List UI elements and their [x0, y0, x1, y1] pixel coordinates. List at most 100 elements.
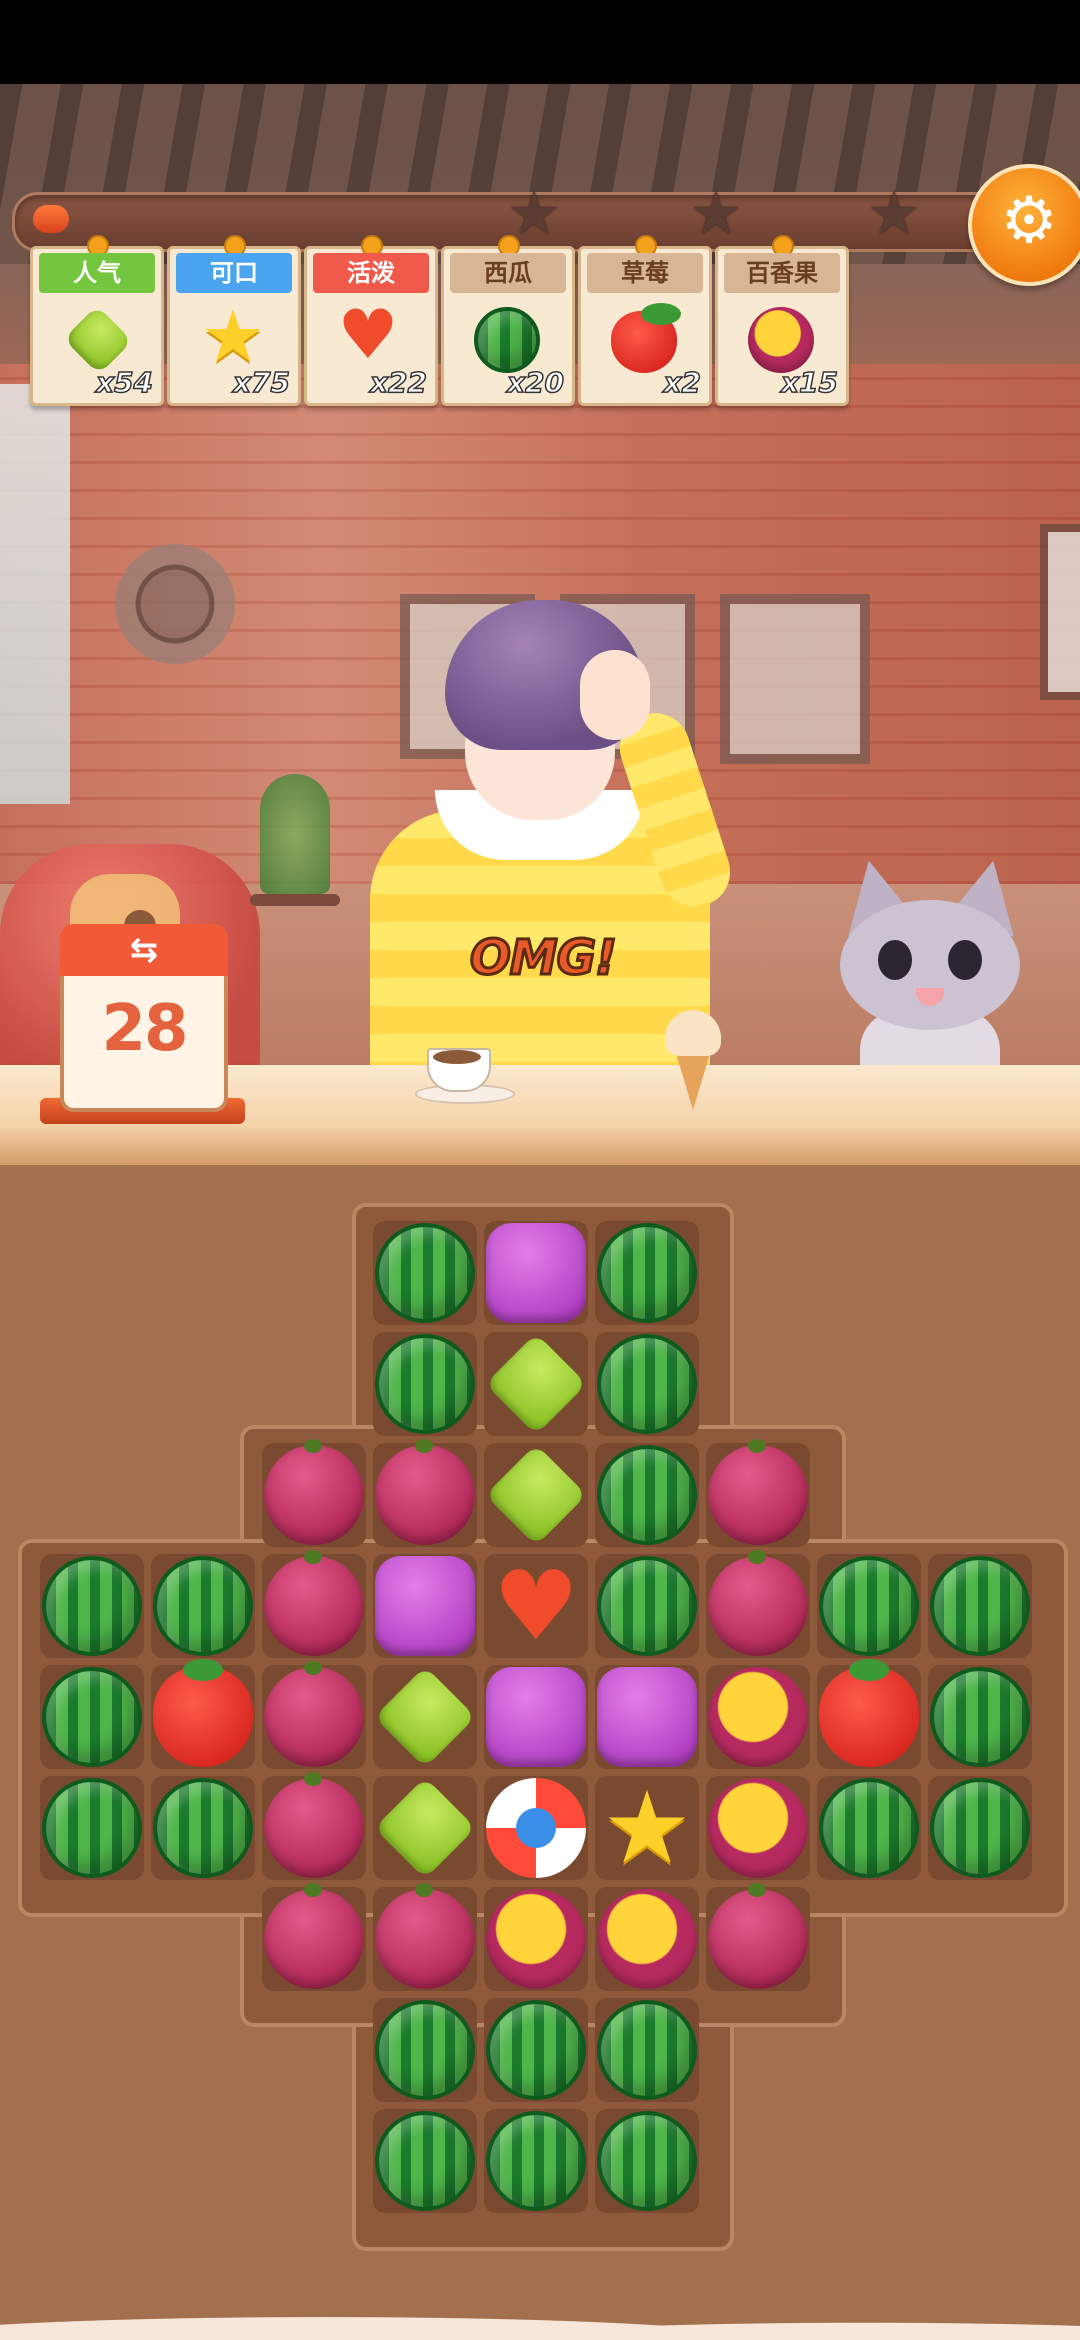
- watermelon-piece[interactable]: [819, 1778, 919, 1878]
- moves-counter: ⇆ 28: [40, 910, 245, 1125]
- yellow-star-piece[interactable]: ★: [597, 1778, 697, 1878]
- berry-piece[interactable]: [708, 1550, 808, 1656]
- star-icon: ★: [867, 179, 921, 249]
- watermelon-piece[interactable]: [375, 1334, 475, 1434]
- red-heart-piece[interactable]: ♥: [486, 1556, 586, 1656]
- ice-cream-cone: [675, 1050, 711, 1110]
- watermelon-piece[interactable]: [375, 2111, 475, 2211]
- ice-cream-scoop: [665, 1010, 721, 1056]
- shirt-print: OMG!: [469, 929, 619, 988]
- watermelon-piece[interactable]: [597, 1334, 697, 1434]
- watermelon-piece[interactable]: [42, 1778, 142, 1878]
- side-table: [250, 894, 340, 906]
- watermelon-piece[interactable]: [597, 2000, 697, 2100]
- progress-fill: [33, 205, 69, 233]
- green-diamond-icon: [63, 305, 133, 375]
- settings-button[interactable]: ⚙: [968, 164, 1080, 286]
- goal-label: 百香果: [724, 253, 840, 293]
- berry-piece[interactable]: [708, 1883, 808, 1989]
- coffee-cup: [415, 1040, 515, 1104]
- goal-label: 人气: [39, 253, 155, 293]
- strawberry-piece[interactable]: [153, 1659, 253, 1767]
- berry-piece[interactable]: [375, 1883, 475, 1989]
- star-icon: ★: [507, 179, 561, 249]
- customer-character: OMG!: [350, 600, 770, 1080]
- watermelon-piece[interactable]: [153, 1778, 253, 1878]
- goal-card: 百香果 x15: [715, 235, 849, 406]
- wall-clock: [115, 544, 235, 664]
- potted-plant: [260, 774, 330, 894]
- watermelon-piece[interactable]: [819, 1556, 919, 1656]
- watermelon-piece[interactable]: [930, 1556, 1030, 1656]
- cat-eye: [878, 940, 912, 980]
- match3-grid: ♥ ★: [0, 1165, 1080, 2340]
- watermelon-icon: [474, 307, 540, 373]
- game-board-area: ♥ ★: [0, 1165, 1080, 2340]
- cat-mascot: [830, 853, 1030, 1070]
- watermelon-piece[interactable]: [930, 1778, 1030, 1878]
- berry-piece[interactable]: [375, 1439, 475, 1545]
- goal-label: 可口: [176, 253, 292, 293]
- goal-card: 活泼 ♥ x22: [304, 235, 438, 406]
- watermelon-piece[interactable]: [42, 1667, 142, 1767]
- strawberry-icon: [611, 303, 681, 373]
- goal-card: 人气 x54: [30, 235, 164, 406]
- passion-fruit-piece[interactable]: [597, 1889, 697, 1989]
- passion-fruit-piece[interactable]: [708, 1667, 808, 1767]
- strawberry-piece[interactable]: [819, 1659, 919, 1767]
- lifebuoy-booster-piece[interactable]: [486, 1778, 586, 1878]
- goal-count: x22: [369, 365, 428, 400]
- goal-card: 可口 ★ x75: [167, 235, 301, 406]
- gear-icon: ⚙: [1000, 184, 1058, 258]
- red-heart-icon: ♥: [337, 296, 399, 375]
- coffee-foam: [433, 1050, 481, 1064]
- berry-piece[interactable]: [264, 1883, 364, 1989]
- passion-fruit-icon: [748, 307, 814, 373]
- watermelon-piece[interactable]: [597, 1445, 697, 1545]
- swap-icon: ⇆: [129, 930, 159, 970]
- yellow-star-icon: ★: [200, 294, 266, 378]
- watermelon-piece[interactable]: [597, 1556, 697, 1656]
- passion-fruit-piece[interactable]: [708, 1778, 808, 1878]
- status-bar: [0, 0, 1080, 84]
- goal-label: 西瓜: [450, 253, 566, 293]
- goal-cards: 人气 x54 可口 ★ x75 活泼 ♥ x22 西瓜 x20 草莓 x2 百香…: [30, 235, 850, 406]
- goal-count: x20: [506, 365, 565, 400]
- goal-count: x2: [663, 365, 702, 400]
- goal-label: 活泼: [313, 253, 429, 293]
- passion-fruit-piece[interactable]: [486, 1889, 586, 1989]
- berry-piece[interactable]: [264, 1550, 364, 1656]
- berry-piece[interactable]: [264, 1772, 364, 1878]
- cat-mouth: [916, 988, 944, 1006]
- purple-block-piece[interactable]: [597, 1667, 697, 1767]
- cat-eye: [948, 940, 982, 980]
- watermelon-piece[interactable]: [597, 1223, 697, 1323]
- goal-count: x75: [232, 365, 291, 400]
- berry-piece[interactable]: [264, 1439, 364, 1545]
- watermelon-piece[interactable]: [597, 2111, 697, 2211]
- purple-block-piece[interactable]: [486, 1223, 586, 1323]
- goal-card: 草莓 x2: [578, 235, 712, 406]
- star-icon: ★: [689, 179, 743, 249]
- purple-block-piece[interactable]: [375, 1556, 475, 1656]
- watermelon-piece[interactable]: [486, 2111, 586, 2211]
- watermelon-piece[interactable]: [375, 1223, 475, 1323]
- berry-piece[interactable]: [708, 1439, 808, 1545]
- berry-piece[interactable]: [264, 1661, 364, 1767]
- window: [0, 384, 70, 804]
- goal-count: x15: [780, 365, 839, 400]
- ice-cream: [665, 1010, 721, 1110]
- goal-label: 草莓: [587, 253, 703, 293]
- goal-card: 西瓜 x20: [441, 235, 575, 406]
- watermelon-piece[interactable]: [153, 1556, 253, 1656]
- watermelon-piece[interactable]: [375, 2000, 475, 2100]
- character-hand: [580, 650, 650, 740]
- purple-block-piece[interactable]: [486, 1667, 586, 1767]
- cat-head: [840, 900, 1020, 1030]
- bottom-decoration: [0, 2300, 1080, 2340]
- moves-value: 28: [101, 992, 188, 1066]
- watermelon-piece[interactable]: [486, 2000, 586, 2100]
- watermelon-piece[interactable]: [42, 1556, 142, 1656]
- watermelon-piece[interactable]: [930, 1667, 1030, 1767]
- goal-count: x54: [95, 365, 154, 400]
